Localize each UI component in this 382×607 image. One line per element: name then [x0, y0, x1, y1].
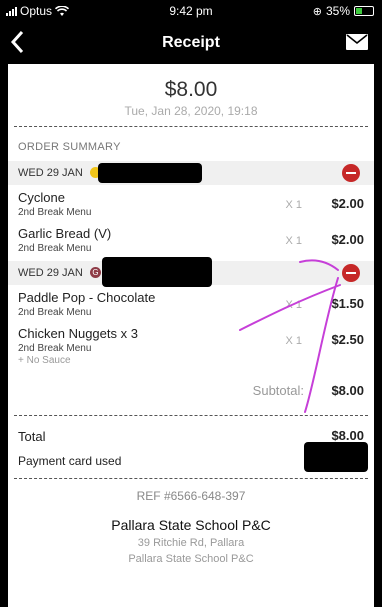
battery-percent: 35%	[325, 4, 350, 18]
item-price: $2.50	[331, 332, 364, 347]
alarm-icon: ⊕	[312, 5, 322, 18]
school-address: 39 Ritchie Rd, Pallara	[137, 537, 245, 549]
item-qty: X 1	[285, 235, 302, 247]
page-title: Receipt	[162, 34, 220, 51]
item-note: + No Sauce	[18, 355, 71, 366]
item-menu: 2nd Break Menu	[18, 207, 92, 218]
item-menu: 2nd Break Menu	[18, 343, 92, 354]
redacted-name	[98, 163, 202, 183]
day-header: WED 29 JAN	[8, 161, 374, 185]
item-qty: X 1	[285, 199, 302, 211]
remove-order-icon[interactable]	[342, 264, 360, 282]
redacted-name	[102, 257, 212, 287]
total-value: $8.00	[331, 428, 364, 443]
divider	[14, 126, 368, 127]
item-menu: 2nd Break Menu	[18, 243, 92, 254]
remove-order-icon[interactable]	[342, 164, 360, 182]
item-name: Cyclone	[18, 190, 65, 205]
payment-row: Payment card used	[8, 442, 374, 472]
phone-screen: Optus 9:42 pm ⊕ 35% Receipt $8.00 Tue, J…	[0, 0, 382, 607]
item-name: Chicken Nuggets x 3	[18, 326, 138, 341]
divider	[14, 415, 368, 416]
receipt-card: $8.00 Tue, Jan 28, 2020, 19:18 ORDER SUM…	[8, 64, 374, 607]
day-label: WED 29 JAN	[18, 167, 83, 179]
item-name: Paddle Pop - Chocolate	[18, 290, 156, 305]
battery-group: ⊕ 35%	[313, 4, 374, 18]
school-subtitle: Pallara State School P&C	[128, 553, 254, 565]
item-price: $2.00	[331, 232, 364, 247]
receipt-datetime: Tue, Jan 28, 2020, 19:18	[124, 104, 258, 118]
day-label: WED 29 JAN	[18, 267, 83, 279]
item-price: $1.50	[331, 296, 364, 311]
school-name: Pallara State School P&C	[111, 517, 271, 533]
subtotal-value: $8.00	[331, 383, 364, 398]
redacted-card	[304, 442, 368, 472]
student-badge-icon: G	[90, 267, 101, 278]
subtotal-label: Subtotal:	[252, 383, 304, 398]
payment-label: Payment card used	[18, 454, 122, 468]
item-qty: X 1	[285, 335, 302, 347]
item-qty: X 1	[285, 299, 302, 311]
reference-number: REF #6566-648-397	[136, 489, 246, 503]
order-item: Paddle Pop - Chocolate 2nd Break Menu X …	[8, 285, 374, 321]
item-name: Garlic Bread (V)	[18, 226, 112, 241]
order-item: Garlic Bread (V) 2nd Break Menu X 1 $2.0…	[8, 221, 374, 257]
subtotal-row: Subtotal: $8.00	[8, 377, 374, 407]
order-item: Chicken Nuggets x 3 2nd Break Menu + No …	[8, 321, 374, 367]
divider	[14, 478, 368, 479]
status-bar: Optus 9:42 pm ⊕ 35%	[0, 0, 382, 22]
day-header: WED 29 JAN G	[8, 257, 374, 287]
item-price: $2.00	[331, 196, 364, 211]
order-summary-heading: ORDER SUMMARY	[18, 141, 121, 153]
item-menu: 2nd Break Menu	[18, 307, 92, 318]
total-label: Total	[18, 429, 46, 444]
battery-icon	[354, 6, 374, 16]
nav-bar: Receipt	[0, 22, 382, 64]
mail-icon[interactable]	[346, 34, 368, 50]
order-item: Cyclone 2nd Break Menu X 1 $2.00	[8, 185, 374, 221]
receipt-amount: $8.00	[164, 78, 218, 101]
